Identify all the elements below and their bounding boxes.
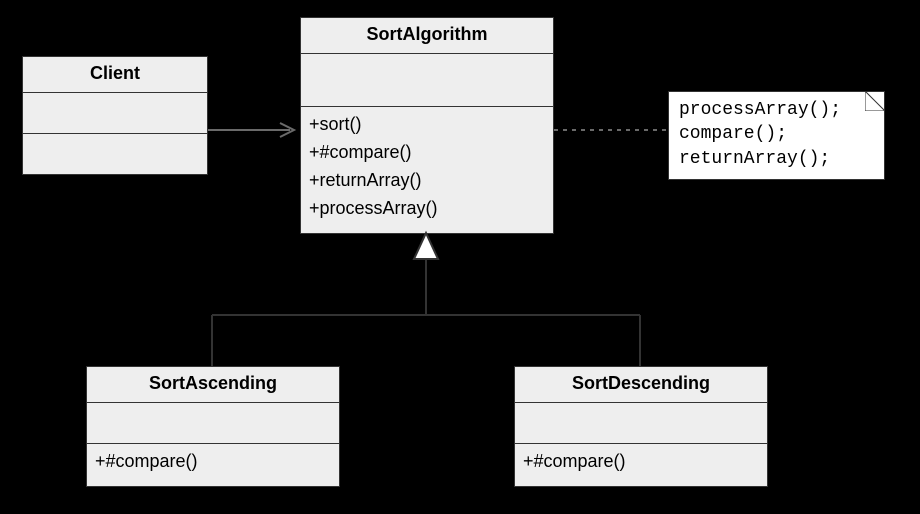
op: +#compare() (95, 448, 331, 476)
class-sort-algorithm-ops: +sort() +#compare() +returnArray() +proc… (301, 107, 553, 233)
class-sort-ascending: SortAscending +#compare() (86, 366, 340, 487)
class-sort-descending-ops: +#compare() (515, 444, 767, 486)
op: +#compare() (309, 139, 545, 167)
class-sort-algorithm-name: SortAlgorithm (301, 18, 553, 54)
class-sort-ascending-ops: +#compare() (87, 444, 339, 486)
class-sort-descending: SortDescending +#compare() (514, 366, 768, 487)
class-sort-ascending-name: SortAscending (87, 367, 339, 403)
class-sort-algorithm-attrs (301, 54, 553, 107)
class-client-attrs (23, 93, 207, 134)
note-sort-body: processArray(); compare(); returnArray()… (668, 91, 885, 180)
op: +sort() (309, 111, 545, 139)
arrow-client-to-sortalgorithm (208, 123, 294, 137)
op: +#compare() (523, 448, 759, 476)
class-client: Client (22, 56, 208, 175)
class-sort-algorithm: SortAlgorithm +sort() +#compare() +retur… (300, 17, 554, 234)
note-line: returnArray(); (679, 147, 874, 171)
class-client-name: Client (23, 57, 207, 93)
op: +processArray() (309, 195, 545, 223)
class-client-ops (23, 134, 207, 174)
note-line: processArray(); (679, 98, 874, 122)
generalization-trunk (212, 259, 640, 366)
note-fold-icon (865, 91, 885, 111)
generalization-arrowhead (414, 233, 438, 259)
class-sort-ascending-attrs (87, 403, 339, 444)
class-sort-descending-attrs (515, 403, 767, 444)
class-sort-descending-name: SortDescending (515, 367, 767, 403)
op: +returnArray() (309, 167, 545, 195)
note-line: compare(); (679, 122, 874, 146)
